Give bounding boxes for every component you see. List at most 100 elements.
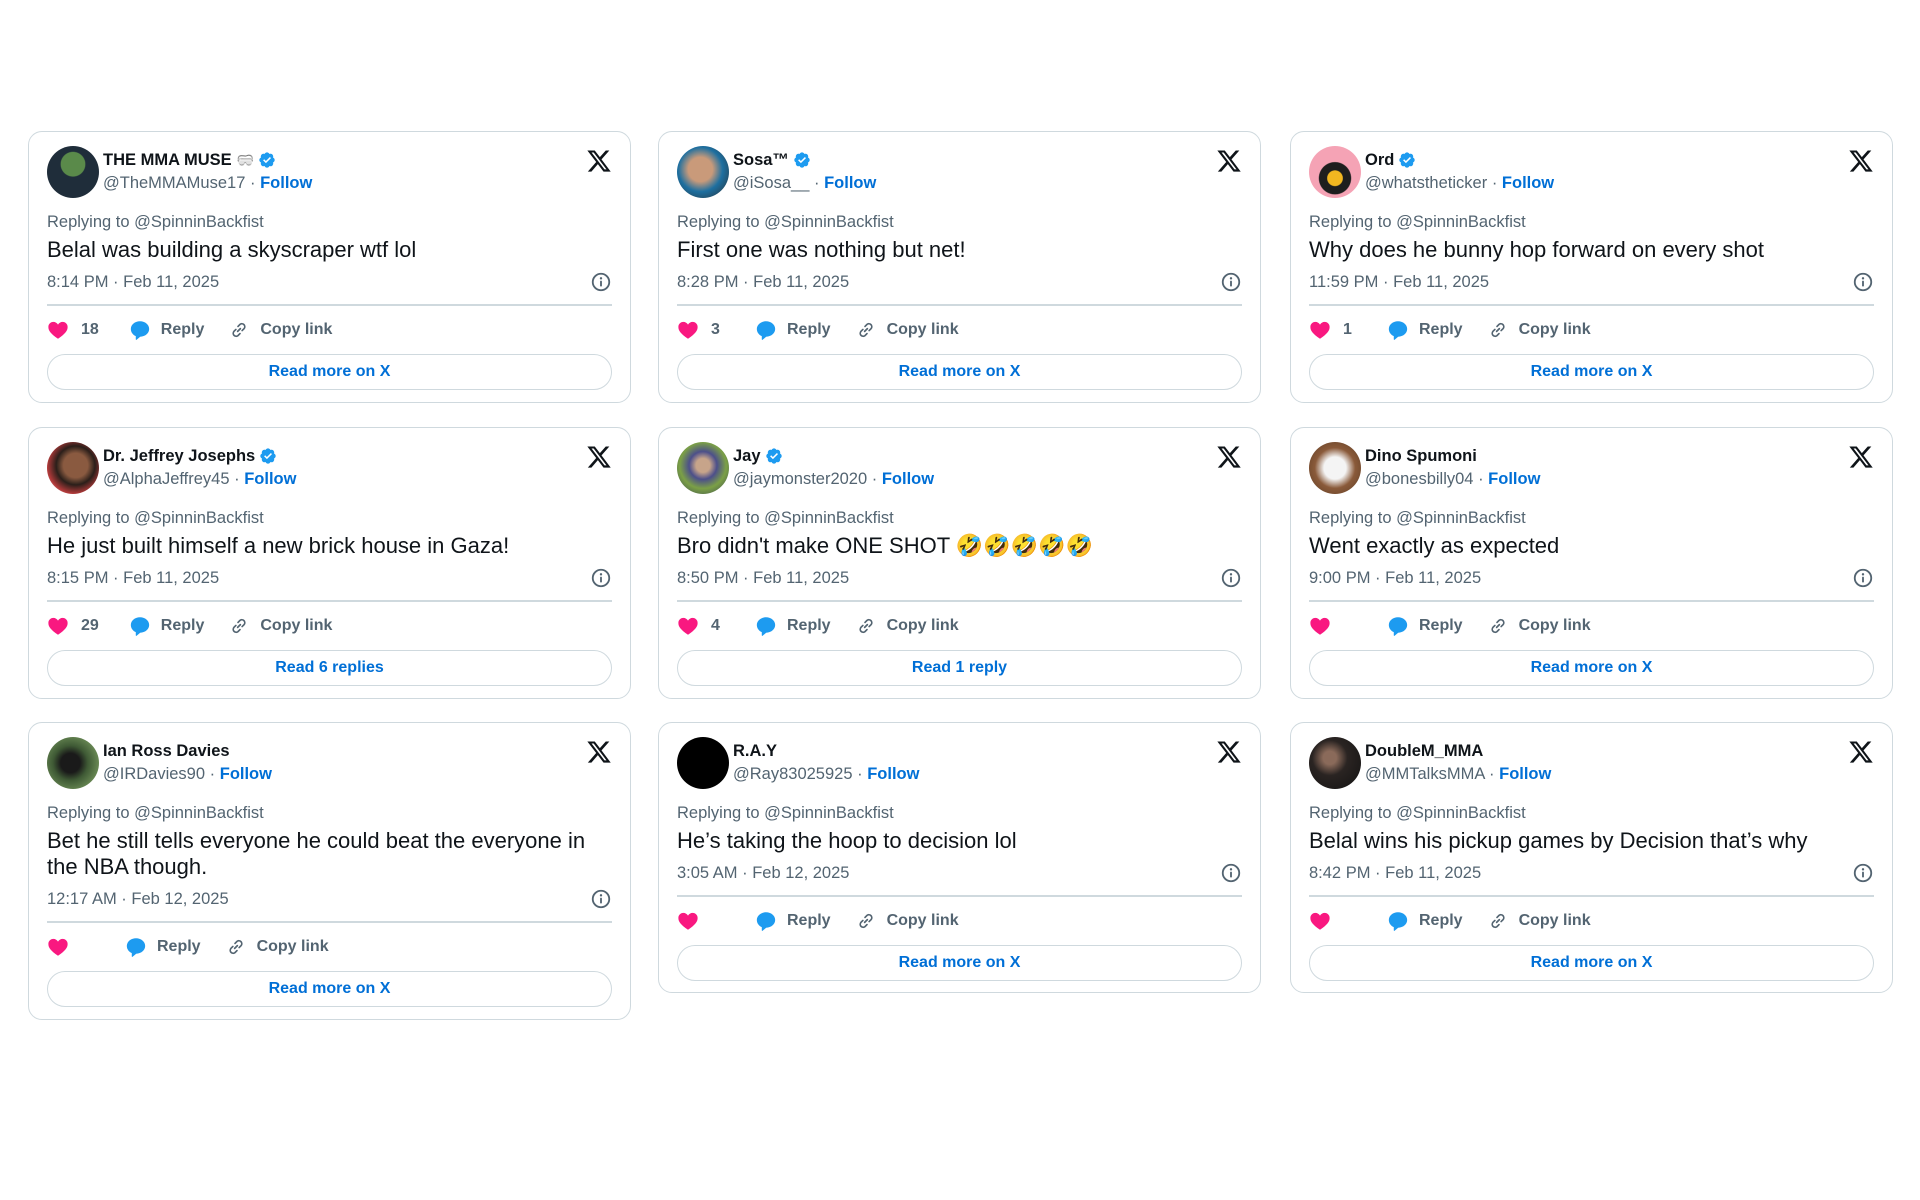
follow-button[interactable]: Follow — [1502, 174, 1554, 192]
replying-to[interactable]: Replying to @SpinninBackfist — [1309, 508, 1874, 528]
read-more-button[interactable]: Read more on X — [47, 353, 612, 390]
x-logo-icon[interactable] — [1216, 148, 1242, 174]
read-more-button[interactable]: Read more on X — [677, 353, 1242, 390]
author-name[interactable]: Dino Spumoni — [1365, 446, 1477, 466]
author-handle[interactable]: @jaymonster2020 — [733, 470, 867, 488]
tweet-timestamp[interactable]: 12:17 AM · Feb 12, 2025 — [47, 890, 229, 909]
copy-link-button[interactable]: Copy link — [1487, 615, 1591, 637]
replying-to[interactable]: Replying to @SpinninBackfist — [1309, 212, 1874, 232]
x-logo-icon[interactable] — [586, 739, 612, 765]
author-handle[interactable]: @Ray83025925 — [733, 765, 853, 783]
avatar-yeti[interactable] — [1309, 442, 1361, 494]
x-logo-icon[interactable] — [1216, 739, 1242, 765]
read-more-button[interactable]: Read more on X — [677, 944, 1242, 981]
info-icon[interactable] — [1852, 862, 1874, 884]
like-button[interactable] — [1309, 910, 1357, 932]
info-icon[interactable] — [1220, 271, 1242, 293]
like-button[interactable]: 4 — [677, 615, 725, 637]
author-handle[interactable]: @AlphaJeffrey45 — [103, 470, 230, 488]
reply-button[interactable]: Reply — [1387, 615, 1463, 637]
author-name[interactable]: R.A.Y — [733, 741, 777, 761]
like-button[interactable]: 18 — [47, 319, 99, 341]
x-logo-icon[interactable] — [1848, 148, 1874, 174]
tweet-timestamp[interactable]: 8:50 PM · Feb 11, 2025 — [677, 569, 849, 588]
reply-button[interactable]: Reply — [129, 615, 204, 637]
copy-link-button[interactable]: Copy link — [1487, 319, 1591, 341]
avatar-photo-dark[interactable] — [1309, 737, 1361, 789]
replying-to[interactable]: Replying to @SpinninBackfist — [1309, 803, 1874, 823]
tweet-timestamp[interactable]: 8:15 PM · Feb 11, 2025 — [47, 569, 219, 588]
copy-link-button[interactable]: Copy link — [855, 910, 959, 932]
replying-to[interactable]: Replying to @SpinninBackfist — [47, 508, 612, 528]
author-name[interactable]: Jay — [733, 446, 761, 466]
author-handle[interactable]: @IRDavies90 — [103, 765, 205, 783]
author-name[interactable]: THE MMA MUSE — [103, 150, 232, 170]
read-more-button[interactable]: Read more on X — [47, 970, 612, 1007]
avatar-photo-stadium[interactable] — [677, 442, 729, 494]
copy-link-button[interactable]: Copy link — [855, 319, 959, 341]
avatar-photo-flag[interactable] — [47, 442, 99, 494]
copy-link-button[interactable]: Copy link — [225, 936, 329, 958]
read-more-button[interactable]: Read more on X — [1309, 944, 1874, 981]
follow-button[interactable]: Follow — [244, 470, 296, 488]
x-logo-icon[interactable] — [586, 444, 612, 470]
replying-to[interactable]: Replying to @SpinninBackfist — [677, 803, 1242, 823]
avatar-frog-ufc[interactable] — [47, 146, 99, 198]
author-name[interactable]: Ord — [1365, 150, 1394, 170]
avatar-photo[interactable] — [677, 146, 729, 198]
reply-button[interactable]: Reply — [755, 319, 831, 341]
reply-button[interactable]: Reply — [129, 319, 204, 341]
info-icon[interactable] — [1852, 567, 1874, 589]
reply-button[interactable]: Reply — [125, 936, 201, 958]
follow-button[interactable]: Follow — [882, 470, 934, 488]
avatar-black[interactable] — [677, 737, 729, 789]
author-handle[interactable]: @iSosa__ — [733, 174, 809, 192]
author-name[interactable]: Dr. Jeffrey Josephs — [103, 446, 255, 466]
like-button[interactable]: 3 — [677, 319, 725, 341]
copy-link-button[interactable]: Copy link — [855, 615, 959, 637]
author-name[interactable]: Ian Ross Davies — [103, 741, 230, 761]
info-icon[interactable] — [1220, 567, 1242, 589]
read-more-button[interactable]: Read more on X — [1309, 353, 1874, 390]
replying-to[interactable]: Replying to @SpinninBackfist — [47, 212, 612, 232]
avatar-cartoon-pink[interactable] — [1309, 146, 1361, 198]
reply-button[interactable]: Reply — [755, 910, 831, 932]
reply-button[interactable]: Reply — [755, 615, 831, 637]
x-logo-icon[interactable] — [1848, 739, 1874, 765]
reply-button[interactable]: Reply — [1387, 319, 1463, 341]
tweet-timestamp[interactable]: 8:42 PM · Feb 11, 2025 — [1309, 864, 1481, 883]
follow-button[interactable]: Follow — [1488, 470, 1540, 488]
author-name[interactable]: DoubleM_MMA — [1365, 741, 1483, 761]
replying-to[interactable]: Replying to @SpinninBackfist — [677, 212, 1242, 232]
info-icon[interactable] — [1852, 271, 1874, 293]
replying-to[interactable]: Replying to @SpinninBackfist — [47, 803, 612, 823]
info-icon[interactable] — [590, 567, 612, 589]
tweet-timestamp[interactable]: 8:14 PM · Feb 11, 2025 — [47, 273, 219, 292]
like-button[interactable]: 1 — [1309, 319, 1357, 341]
x-logo-icon[interactable] — [586, 148, 612, 174]
read-more-button[interactable]: Read 6 replies — [47, 649, 612, 686]
tweet-timestamp[interactable]: 11:59 PM · Feb 11, 2025 — [1309, 273, 1489, 292]
read-more-button[interactable]: Read 1 reply — [677, 649, 1242, 686]
tweet-timestamp[interactable]: 3:05 AM · Feb 12, 2025 — [677, 864, 849, 883]
follow-button[interactable]: Follow — [220, 765, 272, 783]
info-icon[interactable] — [590, 271, 612, 293]
tweet-timestamp[interactable]: 9:00 PM · Feb 11, 2025 — [1309, 569, 1481, 588]
author-handle[interactable]: @TheMMAMuse17 — [103, 174, 245, 192]
author-handle[interactable]: @whatstheticker — [1365, 174, 1487, 192]
author-handle[interactable]: @MMTalksMMA — [1365, 765, 1484, 783]
like-button[interactable] — [677, 910, 725, 932]
read-more-button[interactable]: Read more on X — [1309, 649, 1874, 686]
x-logo-icon[interactable] — [1848, 444, 1874, 470]
follow-button[interactable]: Follow — [824, 174, 876, 192]
like-button[interactable]: 29 — [47, 615, 99, 637]
info-icon[interactable] — [1220, 862, 1242, 884]
info-icon[interactable] — [590, 888, 612, 910]
like-button[interactable] — [47, 936, 95, 958]
follow-button[interactable]: Follow — [1499, 765, 1551, 783]
reply-button[interactable]: Reply — [1387, 910, 1463, 932]
replying-to[interactable]: Replying to @SpinninBackfist — [677, 508, 1242, 528]
tweet-timestamp[interactable]: 8:28 PM · Feb 11, 2025 — [677, 273, 849, 292]
copy-link-button[interactable]: Copy link — [1487, 910, 1591, 932]
x-logo-icon[interactable] — [1216, 444, 1242, 470]
